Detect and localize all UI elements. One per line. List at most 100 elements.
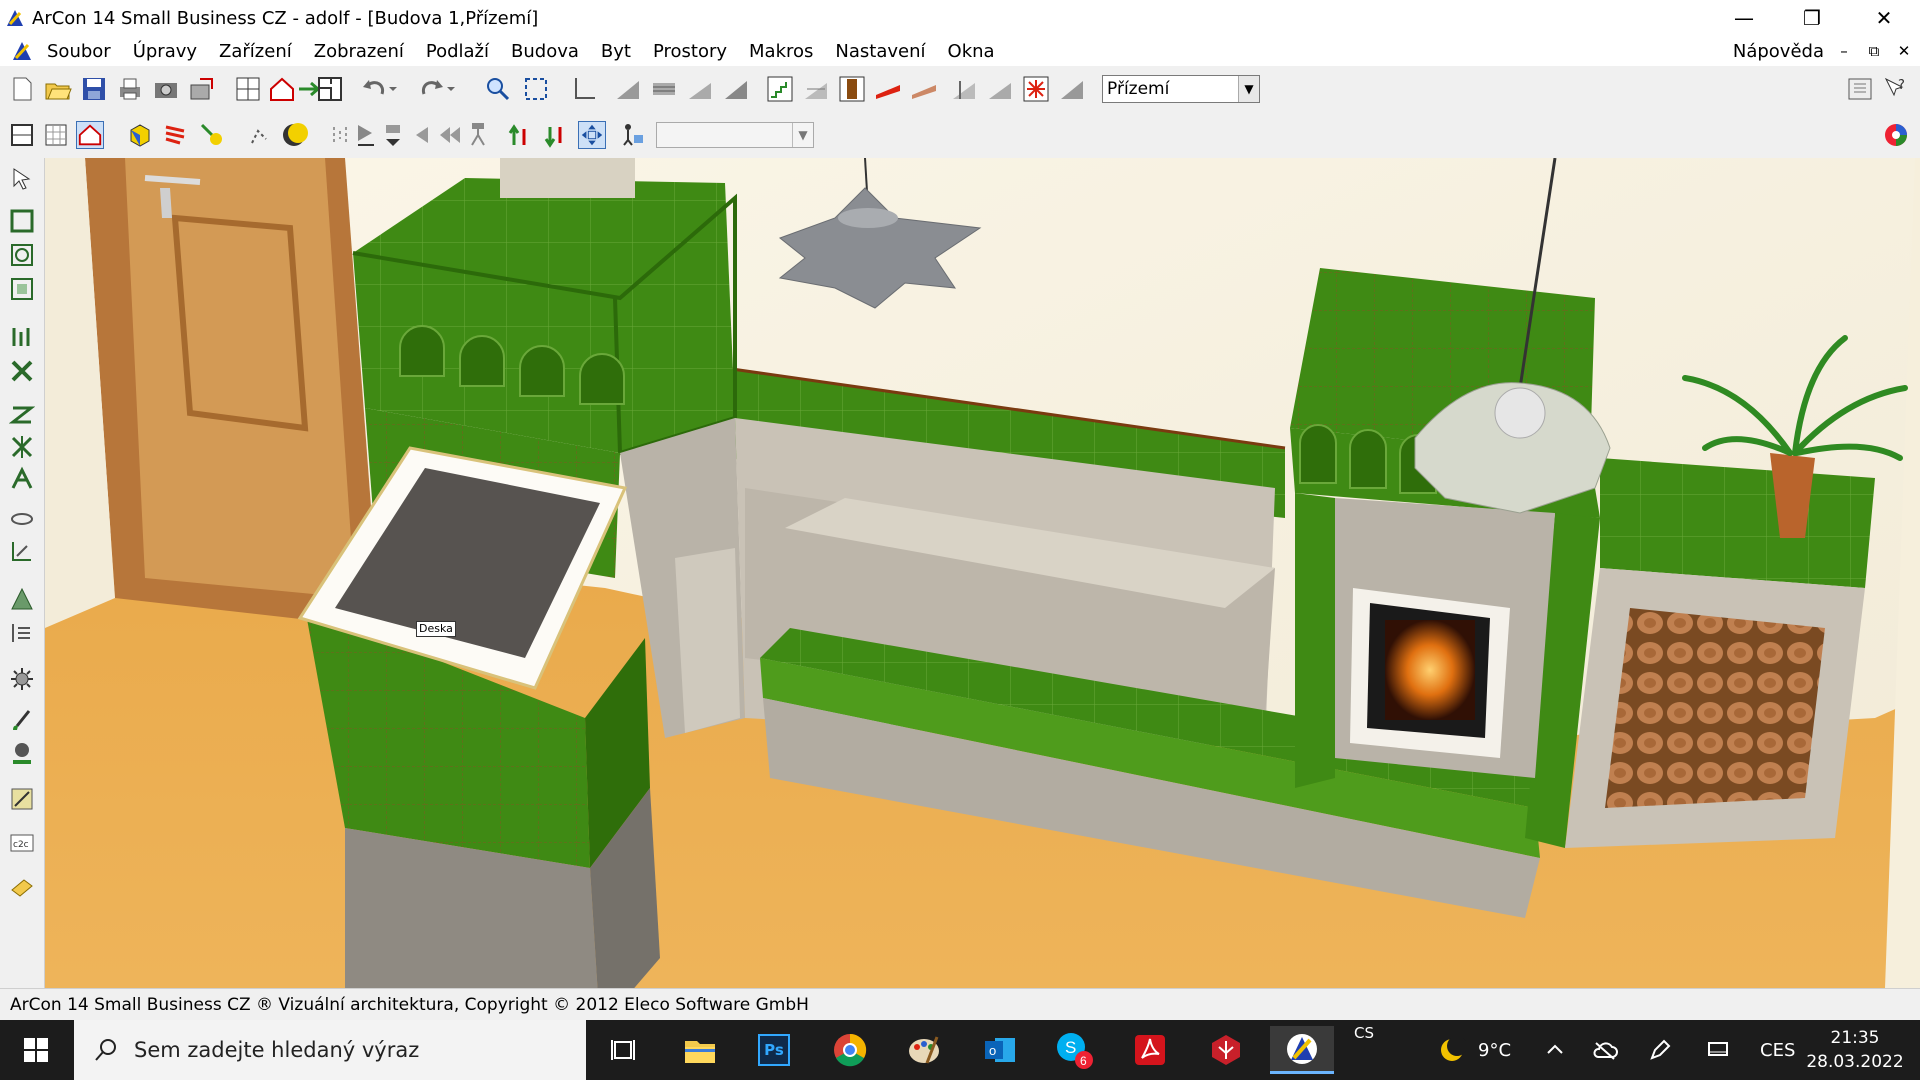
taskbar-acrobat[interactable]: [1120, 1026, 1180, 1074]
walk-down-icon[interactable]: [542, 121, 570, 149]
rewind-icon[interactable]: [436, 121, 464, 149]
redo-icon[interactable]: [418, 75, 446, 103]
menu-nastaveni[interactable]: Nastavení: [824, 41, 936, 62]
lamp-light-icon[interactable]: [198, 121, 226, 149]
wall-cross-icon[interactable]: [9, 358, 35, 384]
menu-okna[interactable]: Okna: [937, 41, 1006, 62]
person-camera-icon[interactable]: [618, 121, 646, 149]
maximize-button[interactable]: ❐: [1784, 0, 1840, 36]
onedrive-tray[interactable]: [1592, 1020, 1618, 1080]
mdi-restore-button[interactable]: ⧉: [1862, 40, 1886, 62]
plan-2d-icon[interactable]: [8, 121, 36, 149]
truss-icon[interactable]: [9, 466, 35, 492]
redo-dropdown-icon[interactable]: [444, 75, 458, 103]
2d-to-3d-icon[interactable]: c2c: [9, 830, 35, 856]
step-back-icon[interactable]: [408, 121, 436, 149]
opening-icon[interactable]: [9, 506, 35, 532]
menu-prostory[interactable]: Prostory: [642, 41, 738, 62]
camera-icon[interactable]: [152, 75, 180, 103]
taskbar-outlook[interactable]: o: [970, 1026, 1030, 1074]
close-button[interactable]: ✕: [1856, 0, 1912, 36]
hatch-wall-icon[interactable]: [650, 75, 678, 103]
dormer-icon[interactable]: [986, 75, 1014, 103]
floor-select[interactable]: Přízemí ▼: [1102, 75, 1260, 103]
texture-edit-icon[interactable]: [9, 786, 35, 812]
3d-viewport[interactable]: Deska: [45, 158, 1920, 988]
menu-soubor[interactable]: Soubor: [36, 41, 122, 62]
wall-tool-icon[interactable]: [614, 75, 642, 103]
slab-icon[interactable]: [722, 75, 750, 103]
menu-budova[interactable]: Budova: [500, 41, 590, 62]
menu-byt[interactable]: Byt: [590, 41, 642, 62]
context-help-icon[interactable]: ?: [1882, 75, 1910, 103]
input-language[interactable]: CES: [1760, 1020, 1795, 1080]
taskbar-arcon[interactable]: [1270, 1026, 1334, 1074]
beam-draw-icon[interactable]: [9, 402, 35, 428]
chevron-down-icon[interactable]: ▼: [792, 123, 813, 147]
taskbar-skype[interactable]: S6: [1044, 1026, 1104, 1074]
text-tool-icon[interactable]: [9, 620, 35, 646]
undo-icon[interactable]: [360, 75, 388, 103]
weather-widget[interactable]: 9°C: [1438, 1020, 1511, 1080]
column-icon[interactable]: [950, 75, 978, 103]
material-picker-icon[interactable]: [9, 740, 35, 766]
roof-tool-icon[interactable]: [9, 586, 35, 612]
menu-upravy[interactable]: Úpravy: [122, 41, 208, 62]
save-icon[interactable]: [80, 75, 108, 103]
new-file-icon[interactable]: [8, 75, 36, 103]
open-folder-icon[interactable]: [44, 75, 72, 103]
support-cross-icon[interactable]: [9, 434, 35, 460]
color-wheel-icon[interactable]: [1882, 121, 1910, 149]
solid-render-icon[interactable]: [126, 121, 154, 149]
floorplan-icon[interactable]: [316, 75, 344, 103]
navigate-icon[interactable]: [578, 121, 606, 149]
area-select-icon[interactable]: [9, 276, 35, 302]
zoom-extents-icon[interactable]: [522, 75, 550, 103]
undo-dropdown-icon[interactable]: [386, 75, 400, 103]
door-tool-icon[interactable]: [838, 75, 866, 103]
menu-makros[interactable]: Makros: [738, 41, 824, 62]
taskbar-red-app[interactable]: [1196, 1026, 1256, 1074]
wall-draw-icon[interactable]: [9, 324, 35, 350]
select-pointer-icon[interactable]: [9, 166, 35, 192]
pen-tray[interactable]: [1648, 1020, 1672, 1080]
grid-plan-icon[interactable]: [42, 121, 70, 149]
3d-scene[interactable]: [45, 158, 1920, 988]
walk-up-icon[interactable]: [506, 121, 534, 149]
lang-indicator-small[interactable]: CS: [1354, 1024, 1374, 1042]
eraser-icon[interactable]: [9, 872, 35, 898]
menu-zobrazeni[interactable]: Zobrazení: [303, 41, 415, 62]
taskbar-search-box[interactable]: Sem zadejte hledaný výraz: [74, 1020, 586, 1080]
tray-overflow-button[interactable]: [1544, 1020, 1566, 1080]
taskbar-file-explorer[interactable]: [670, 1026, 730, 1074]
print-icon[interactable]: [116, 75, 144, 103]
walk-icon[interactable]: [326, 121, 354, 149]
gable-icon[interactable]: [1058, 75, 1086, 103]
start-button[interactable]: [0, 1020, 72, 1080]
menu-napoveda[interactable]: Nápověda: [1733, 41, 1824, 62]
play-animation-icon[interactable]: [352, 121, 380, 149]
task-view-button[interactable]: [594, 1026, 654, 1074]
night-mode-icon[interactable]: [280, 121, 308, 149]
settings-gear-icon[interactable]: [9, 666, 35, 692]
paint-brush-icon[interactable]: [9, 708, 35, 734]
dimension-icon[interactable]: [9, 538, 35, 564]
plan-view-icon[interactable]: [234, 75, 262, 103]
window-tool-icon[interactable]: [802, 75, 830, 103]
minimize-button[interactable]: —: [1716, 0, 1772, 36]
taskbar-photoshop[interactable]: Ps: [744, 1026, 804, 1074]
taskbar-clock[interactable]: 21:35 28.03.2022: [1795, 1026, 1915, 1074]
camera-tripod-icon[interactable]: [464, 121, 492, 149]
sun-path-icon[interactable]: [246, 121, 274, 149]
light-rays-icon[interactable]: [162, 121, 190, 149]
red-roof-icon[interactable]: [874, 75, 902, 103]
wall-select-icon[interactable]: [9, 208, 35, 234]
record-icon[interactable]: [380, 121, 408, 149]
taskbar-chrome[interactable]: [820, 1026, 880, 1074]
menu-zarizeni[interactable]: Zařízení: [208, 41, 303, 62]
menu-podlazi[interactable]: Podlaží: [415, 41, 500, 62]
network-tray[interactable]: [1706, 1020, 1730, 1080]
light-source-icon[interactable]: [1022, 75, 1050, 103]
chevron-down-icon[interactable]: ▼: [1238, 76, 1259, 102]
mdi-minimize-button[interactable]: –: [1832, 40, 1856, 62]
